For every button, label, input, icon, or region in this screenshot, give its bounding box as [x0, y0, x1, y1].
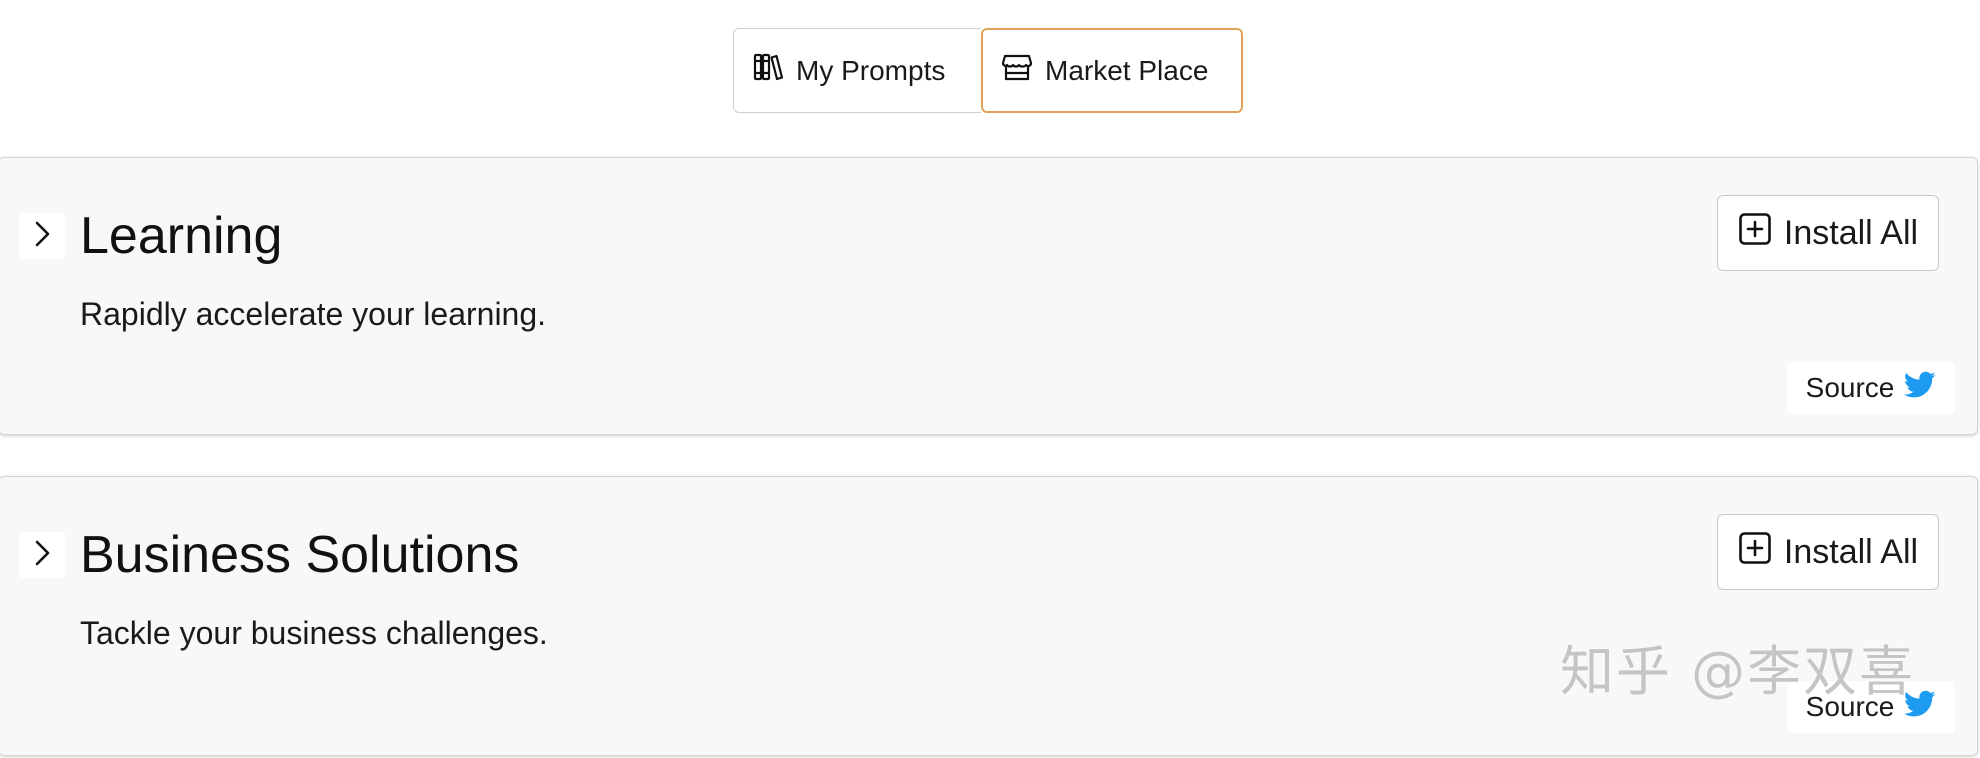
source-label: Source — [1805, 691, 1895, 722]
plus-square-icon — [1738, 212, 1772, 255]
plus-square-icon — [1738, 531, 1772, 574]
expand-toggle[interactable] — [19, 532, 65, 578]
install-all-button[interactable]: Install All — [1717, 514, 1939, 590]
tab-market-place[interactable]: Market Place — [981, 28, 1243, 113]
category-description: Tackle your business challenges. — [80, 615, 548, 651]
install-all-label: Install All — [1783, 213, 1919, 252]
marketplace-page: My Prompts Market Place Learning Rapidly… — [0, 0, 1980, 758]
category-card-business-solutions: Business Solutions Tackle your business … — [0, 476, 1978, 756]
install-all-label: Install All — [1783, 532, 1919, 571]
books-icon — [752, 51, 784, 90]
category-card-learning: Learning Rapidly accelerate your learnin… — [0, 157, 1978, 435]
view-switcher: My Prompts Market Place — [733, 28, 1243, 113]
tab-market-place-label: Market Place — [1045, 54, 1209, 86]
source-link[interactable]: Source — [1787, 362, 1955, 414]
twitter-icon — [1904, 371, 1936, 406]
source-label: Source — [1805, 372, 1895, 403]
expand-toggle[interactable] — [19, 213, 65, 259]
category-title: Learning — [80, 207, 283, 265]
source-link[interactable]: Source — [1787, 681, 1955, 733]
chevron-right-icon — [31, 538, 53, 573]
tab-my-prompts-label: My Prompts — [796, 54, 946, 86]
install-all-button[interactable]: Install All — [1717, 195, 1939, 271]
store-icon — [1001, 51, 1033, 90]
category-title: Business Solutions — [80, 526, 520, 584]
category-description: Rapidly accelerate your learning. — [80, 296, 547, 332]
twitter-icon — [1904, 690, 1936, 725]
tab-my-prompts[interactable]: My Prompts — [733, 28, 981, 113]
chevron-right-icon — [31, 219, 53, 254]
